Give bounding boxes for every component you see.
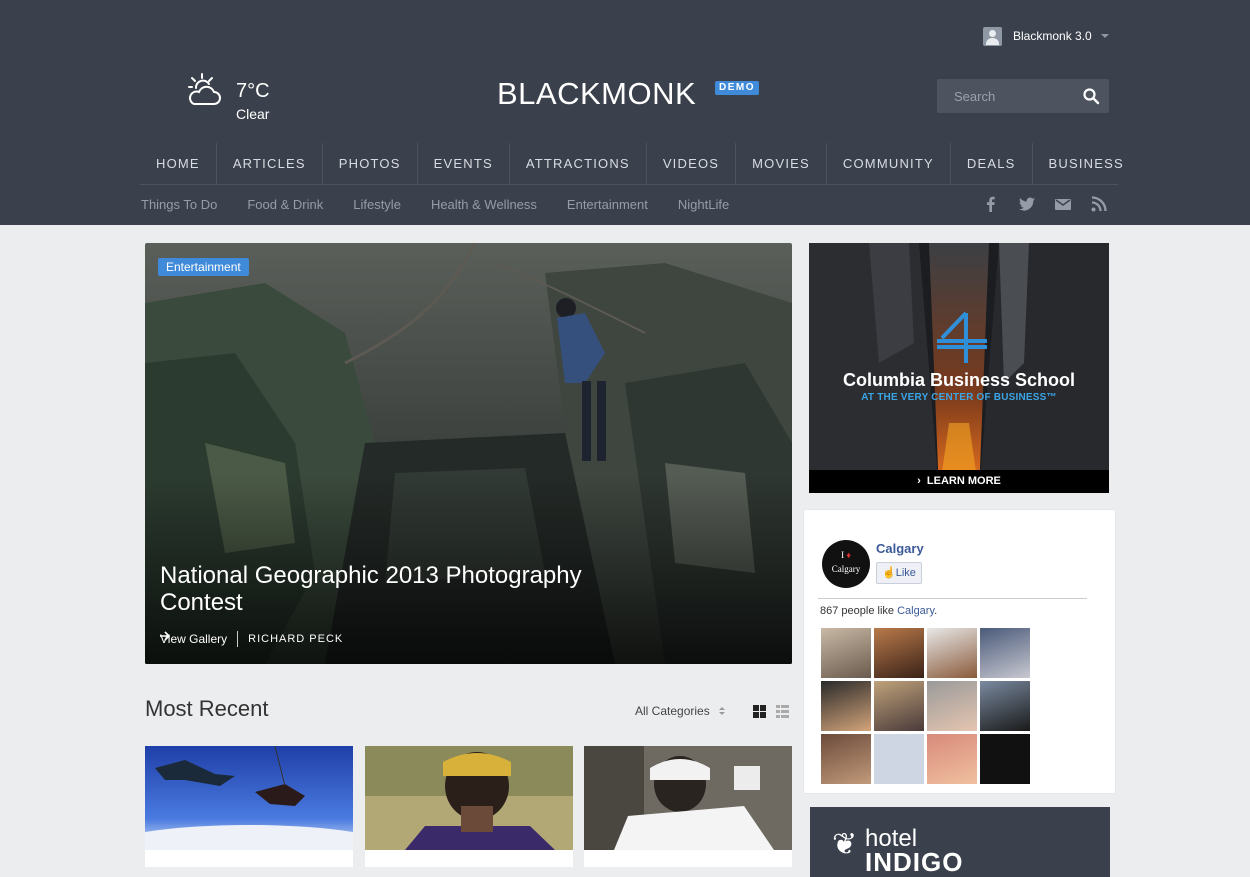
site-header: Blackmonk 3.0 7°C Clear BLACKMONK DEMO H [0,0,1250,225]
search-icon[interactable] [1082,87,1100,105]
cricket-batsman-photo [584,746,792,850]
hotel-logo-icon: ❦ [832,828,858,861]
subnav-item-health-wellness[interactable]: Health & Wellness [431,197,537,212]
featured-title[interactable]: National Geographic 2013 Photography Con… [160,562,620,616]
nav-item-home[interactable]: HOME [140,143,217,184]
category-filter[interactable]: All Categories [635,704,725,718]
article-card[interactable] [584,746,792,867]
columbia-ad[interactable]: Columbia Business School AT THE VERY CEN… [809,243,1109,493]
facebook-icon[interactable] [983,196,999,212]
site-logo[interactable]: BLACKMONK DEMO [497,76,759,112]
email-icon[interactable] [1055,196,1071,212]
most-recent-heading: Most Recent [145,696,269,721]
hotel-brand: INDIGO [865,847,964,877]
ad-title: Columbia Business School [842,370,1076,390]
nav-item-events[interactable]: EVENTS [418,143,510,184]
nav-item-articles[interactable]: ARTICLES [217,143,323,184]
fan-avatar[interactable] [980,681,1030,731]
fan-avatar[interactable] [927,628,977,678]
subnav-item-entertainment[interactable]: Entertainment [567,197,648,212]
partly-cloudy-icon [188,73,221,105]
user-name: Blackmonk 3.0 [1013,29,1092,43]
subnav-item-things-to-do[interactable]: Things To Do [141,197,217,212]
fan-avatar[interactable] [980,628,1030,678]
sub-nav: Things To Do Food & Drink Lifestyle Heal… [141,197,759,212]
category-badge[interactable]: Entertainment [158,258,249,276]
maple-leaf-icon: ♦ [846,550,851,560]
arrow-right-icon [160,631,171,641]
logo-i: I [841,550,845,560]
nav-item-community[interactable]: COMMUNITY [827,143,951,184]
article-card[interactable] [145,746,353,867]
weather-temperature: 7°C [236,80,270,102]
fan-avatar[interactable] [821,628,871,678]
weather-condition: Clear [236,106,270,122]
subnav-item-nightlife[interactable]: NightLife [678,197,729,212]
nav-item-business[interactable]: BUSINESS [1033,143,1140,184]
chevron-down-icon [1100,34,1109,38]
chevron-right-icon: › [917,475,927,487]
grid-view-icon[interactable] [753,705,766,718]
search-box [937,79,1109,113]
user-menu[interactable]: Blackmonk 3.0 [983,26,1109,46]
search-input[interactable] [937,79,1084,113]
featured-meta: View Gallery RICHARD PECK [160,631,343,647]
nav-item-movies[interactable]: MOVIES [736,143,827,184]
twitter-icon[interactable] [1019,196,1035,212]
fan-avatar[interactable] [874,681,924,731]
fan-avatar[interactable] [927,681,977,731]
meta-divider [237,631,239,647]
fan-avatar[interactable] [821,681,871,731]
demo-badge: DEMO [715,81,759,95]
city-street-image [809,243,1109,493]
calgary-page-logo[interactable]: I ♦ Calgary [822,540,870,588]
fan-avatar[interactable] [874,628,924,678]
author-name[interactable]: RICHARD PECK [248,633,343,645]
fan-avatar[interactable] [927,734,977,784]
learn-more-button[interactable]: › LEARN MORE [809,470,1109,493]
facebook-like-button[interactable]: ☝Like [876,562,922,584]
facebook-page-name[interactable]: Calgary [876,541,924,556]
like-label: Like [895,567,916,579]
nav-item-deals[interactable]: DEALS [951,143,1033,184]
divider [818,598,1087,599]
like-count: 867 people like Calgary. [820,605,938,617]
cricket-player-photo [365,746,573,850]
list-view-icon[interactable] [776,705,789,718]
nav-item-photos[interactable]: PHOTOS [323,143,418,184]
skydiving-photo [145,746,353,850]
subnav-item-lifestyle[interactable]: Lifestyle [353,197,401,212]
logo-calgary: Calgary [831,564,861,574]
fan-avatar[interactable] [980,734,1030,784]
logo-text: BLACKMONK [497,76,697,111]
user-avatar-icon [983,26,1002,46]
rss-icon[interactable] [1091,196,1107,212]
subnav-item-food-drink[interactable]: Food & Drink [247,197,323,212]
fan-avatar[interactable] [821,734,871,784]
learn-more-label: LEARN MORE [926,475,1001,487]
nav-item-attractions[interactable]: ATTRACTIONS [510,143,647,184]
ad-tagline: AT THE VERY CENTER OF BUSINESS™ [861,392,1057,403]
featured-story[interactable]: Entertainment National Geographic 2013 P… [145,243,792,664]
sort-arrows-icon [718,707,725,715]
thumbs-up-icon: ☝ [882,567,896,579]
nav-item-videos[interactable]: VIDEOS [647,143,737,184]
calgary-link[interactable]: Calgary [897,605,934,617]
facebook-like-box: I ♦ Calgary Calgary ☝Like 867 people lik… [804,510,1115,793]
main-nav: HOME ARTICLES PHOTOS EVENTS ATTRACTIONS … [140,143,1123,185]
fan-avatar-placeholder[interactable] [874,734,924,784]
article-card[interactable] [365,746,573,867]
category-filter-value: All Categories [635,704,710,718]
social-links [983,196,1127,212]
fan-avatars [821,628,1033,784]
